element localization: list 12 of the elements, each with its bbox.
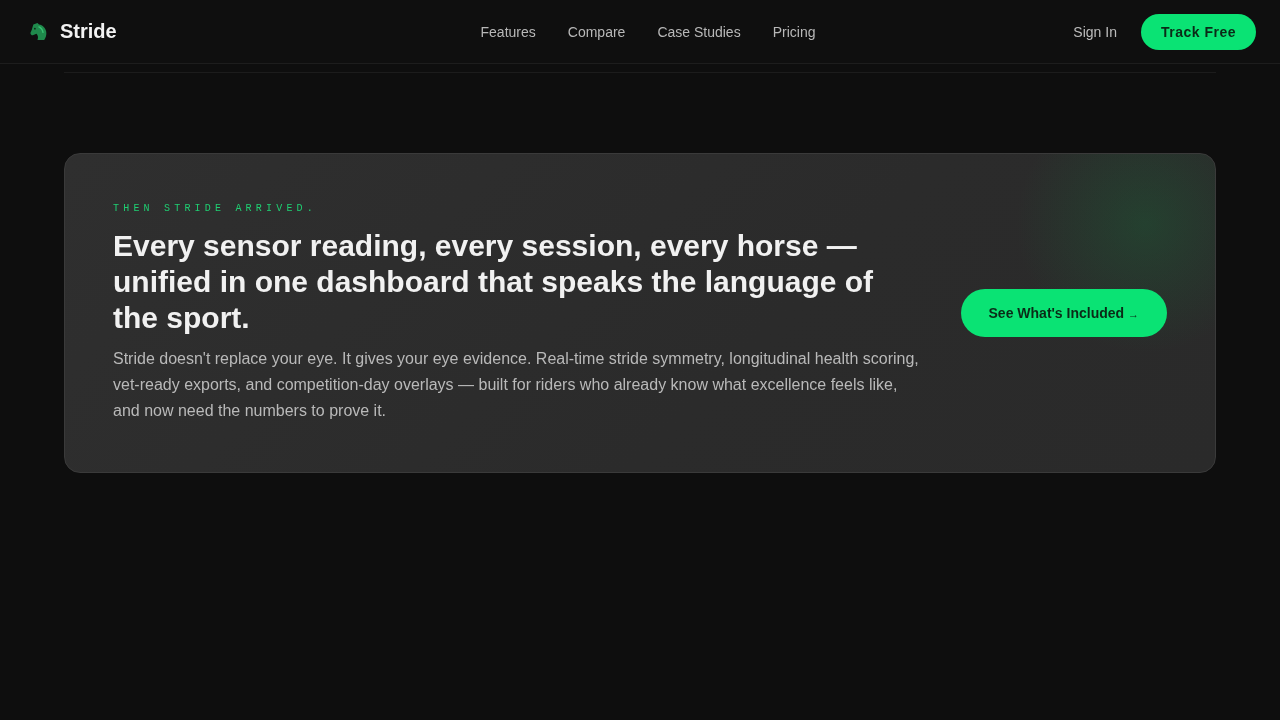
eyebrow-label: THEN STRIDE ARRIVED. bbox=[113, 202, 319, 216]
nav-link[interactable]: Case Studies bbox=[657, 23, 741, 40]
card-heading: Every sensor reading, every session, every horse — unified in one dashboard that speaks the language of the sport. bbox=[113, 228, 875, 336]
card-description: Stride doesn't replace your eye. It gives your eye evidence. Real-time stride symmetry, longitudinal health scoring, vet-ready exports, and competition-day overlays — built for riders who already know what excellence feels like, and now need the numbers to prove it. bbox=[113, 349, 920, 421]
track-free-button[interactable]: Track Free bbox=[1140, 13, 1256, 50]
nav-link[interactable]: Compare bbox=[567, 23, 626, 40]
horse-head-icon[interactable] bbox=[30, 23, 47, 40]
nav-link[interactable]: Pricing bbox=[772, 23, 816, 40]
brand-name[interactable]: Stride bbox=[60, 20, 117, 43]
nav-link[interactable]: Features bbox=[480, 23, 536, 40]
sign-in-link[interactable]: Sign In bbox=[1073, 23, 1117, 40]
see-whats-included-button[interactable]: See What's Included → bbox=[960, 289, 1167, 337]
